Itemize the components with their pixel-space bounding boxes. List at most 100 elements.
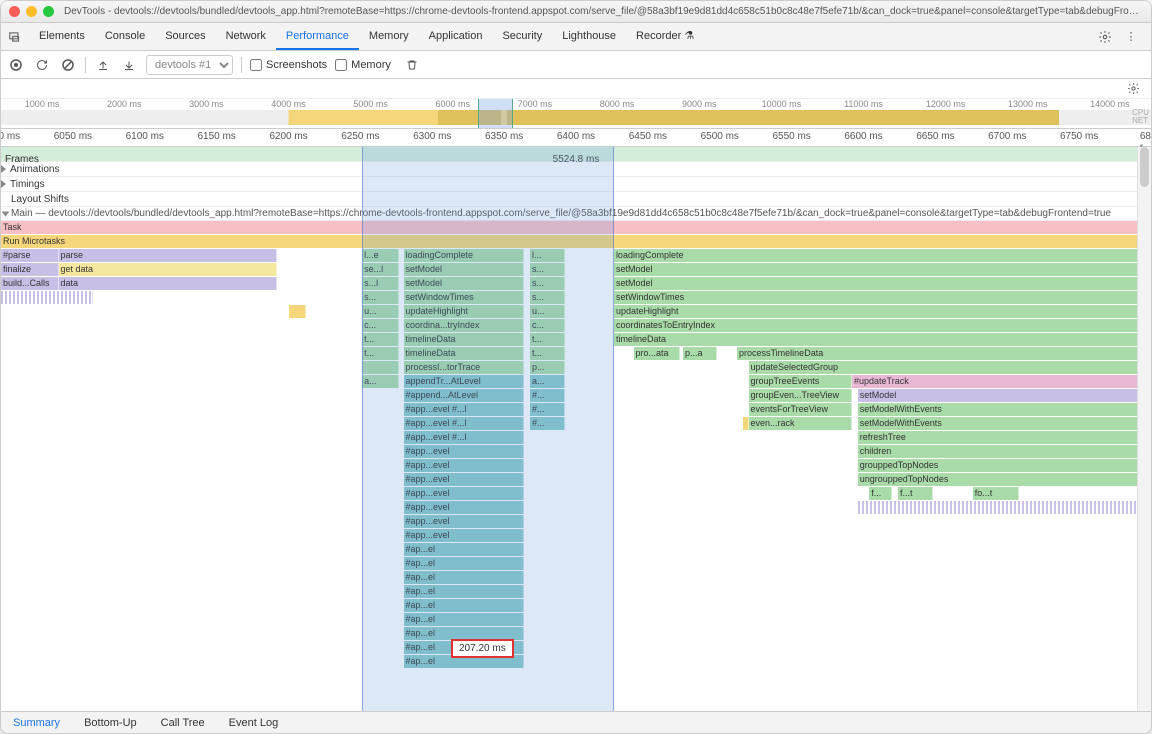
overview-selection[interactable] bbox=[478, 99, 513, 128]
flame-bar[interactable]: data bbox=[59, 277, 278, 290]
reload-record-button[interactable] bbox=[33, 56, 51, 74]
flame-bar[interactable]: #app...evel bbox=[404, 445, 525, 458]
flame-bar[interactable]: appendTr...AtLevel bbox=[404, 375, 525, 388]
flame-bar[interactable]: #app...evel #...l bbox=[404, 417, 525, 430]
settings-icon[interactable] bbox=[1095, 27, 1115, 47]
screenshots-checkbox[interactable]: Screenshots bbox=[250, 59, 327, 71]
close-button[interactable] bbox=[9, 6, 20, 17]
upload-button[interactable] bbox=[94, 56, 112, 74]
flame-bar[interactable]: pro...ata bbox=[634, 347, 680, 360]
flame-bar[interactable]: u... bbox=[362, 305, 399, 318]
flame-bar[interactable]: coordinatesToEntryIndex bbox=[614, 319, 1149, 332]
flame-bar[interactable]: #parse bbox=[1, 249, 59, 262]
tab-security[interactable]: Security bbox=[492, 23, 552, 50]
flame-bar[interactable]: #app...evel bbox=[404, 501, 525, 514]
clear-button[interactable] bbox=[59, 56, 77, 74]
flame-bar[interactable]: setWindowTimes bbox=[404, 291, 525, 304]
flame-bar[interactable]: u... bbox=[530, 305, 565, 318]
flame-bar[interactable]: parse bbox=[59, 249, 278, 262]
flame-bar[interactable]: fo...t bbox=[973, 487, 1019, 500]
flame-bar[interactable]: #ap...el bbox=[404, 571, 525, 584]
flame-bar[interactable]: c... bbox=[362, 319, 399, 332]
flame-bar[interactable]: groupEven...TreeView bbox=[749, 389, 853, 402]
tab-application[interactable]: Application bbox=[419, 23, 493, 50]
flame-bar[interactable]: timelineData bbox=[614, 333, 1149, 346]
flame-bar[interactable]: s...l bbox=[362, 277, 399, 290]
flame-bar[interactable]: processI...torTrace bbox=[404, 361, 525, 374]
flame-bar[interactable]: refreshTree bbox=[858, 431, 1146, 444]
flame-bar[interactable]: a... bbox=[530, 375, 565, 388]
flame-bar[interactable]: setModelWithEvents bbox=[858, 403, 1146, 416]
flame-bar[interactable]: #ap...el bbox=[404, 557, 525, 570]
flame-bar[interactable]: s... bbox=[530, 277, 565, 290]
flame-bar[interactable]: #app...evel bbox=[404, 529, 525, 542]
flame-bar[interactable]: eventsForTreeView bbox=[749, 403, 853, 416]
flame-bar[interactable]: #app...evel #...l bbox=[404, 403, 525, 416]
flame-bar[interactable]: #append...AtLevel bbox=[404, 389, 525, 402]
flame-bar[interactable]: f... bbox=[869, 487, 892, 500]
btab-eventlog[interactable]: Event Log bbox=[217, 712, 291, 733]
flame-bar[interactable]: #ap...el bbox=[404, 613, 525, 626]
tab-console[interactable]: Console bbox=[95, 23, 155, 50]
flame-bar[interactable]: #app...evel bbox=[404, 473, 525, 486]
tab-sources[interactable]: Sources bbox=[155, 23, 215, 50]
flame-bar[interactable]: t... bbox=[530, 333, 565, 346]
memory-checkbox[interactable]: Memory bbox=[335, 59, 391, 71]
flame-bar[interactable]: setModelWithEvents bbox=[858, 417, 1146, 430]
flame-bar[interactable]: groupTreeEvents bbox=[749, 375, 853, 388]
flame-bar[interactable]: #... bbox=[530, 389, 565, 402]
flame-bar[interactable] bbox=[1, 291, 93, 304]
flame-bar[interactable]: #... bbox=[530, 403, 565, 416]
flame-bar[interactable]: setModel bbox=[404, 277, 525, 290]
tab-memory[interactable]: Memory bbox=[359, 23, 419, 50]
flame-bar[interactable]: updateHighlight bbox=[614, 305, 1149, 318]
profile-select[interactable]: devtools #1 bbox=[146, 55, 233, 75]
flame-bar[interactable]: s... bbox=[530, 291, 565, 304]
flame-bar[interactable]: se...l bbox=[362, 263, 399, 276]
flame-bar[interactable]: l...e bbox=[362, 249, 399, 262]
flame-bar[interactable]: t... bbox=[362, 333, 399, 346]
flame-bar[interactable] bbox=[362, 361, 399, 374]
flame-bar[interactable]: a... bbox=[362, 375, 399, 388]
btab-summary[interactable]: Summary bbox=[1, 712, 72, 733]
flame-bar[interactable]: coordina...tryIndex bbox=[404, 319, 525, 332]
flame-bar[interactable]: grouppedTopNodes bbox=[858, 459, 1146, 472]
track-main-header[interactable]: Main — devtools://devtools/bundled/devto… bbox=[1, 207, 1151, 221]
flame-bar[interactable]: setModel bbox=[858, 389, 1146, 402]
flame-bar[interactable]: s... bbox=[530, 263, 565, 276]
flame-bar[interactable]: #... bbox=[530, 417, 565, 430]
maximize-button[interactable] bbox=[43, 6, 54, 17]
flame-bar[interactable]: #ap...el bbox=[404, 585, 525, 598]
flame-chart[interactable]: TaskRun Microtasks#parseparsel...eloadin… bbox=[1, 221, 1151, 669]
track-timings[interactable]: Timings bbox=[1, 177, 1151, 192]
flame-bar[interactable]: #app...evel bbox=[404, 459, 525, 472]
tab-performance[interactable]: Performance bbox=[276, 23, 359, 50]
tab-network[interactable]: Network bbox=[216, 23, 276, 50]
flame-bar[interactable]: loadingComplete bbox=[404, 249, 525, 262]
flame-bar[interactable]: s... bbox=[362, 291, 399, 304]
flame-bar[interactable] bbox=[289, 305, 306, 318]
vertical-scrollbar[interactable] bbox=[1137, 147, 1151, 711]
flame-bar[interactable]: setModel bbox=[614, 277, 1149, 290]
flame-bar[interactable]: setModel bbox=[404, 263, 525, 276]
flame-bar[interactable]: processTimelineData bbox=[737, 347, 1145, 360]
flame-bar[interactable]: build...Calls bbox=[1, 277, 59, 290]
btab-bottomup[interactable]: Bottom-Up bbox=[72, 712, 149, 733]
flame-bar[interactable]: #ap...el bbox=[404, 599, 525, 612]
flame-bar[interactable]: p...a bbox=[683, 347, 718, 360]
flame-bar[interactable]: even...rack bbox=[749, 417, 853, 430]
flame-bar[interactable]: updateSelectedGroup bbox=[749, 361, 1146, 374]
btab-calltree[interactable]: Call Tree bbox=[149, 712, 217, 733]
overview-timeline[interactable]: 1000 ms2000 ms3000 ms4000 ms5000 ms6000 … bbox=[1, 99, 1151, 129]
flame-bar[interactable]: get data bbox=[59, 263, 278, 276]
flame-bar[interactable]: #app...evel bbox=[404, 487, 525, 500]
flame-bar[interactable]: c... bbox=[530, 319, 565, 332]
more-icon[interactable]: ⋮ bbox=[1121, 27, 1141, 47]
track-layout-shifts[interactable]: Layout Shifts bbox=[1, 192, 1151, 207]
flame-bar[interactable]: #ap...el bbox=[404, 543, 525, 556]
minimize-button[interactable] bbox=[26, 6, 37, 17]
tab-elements[interactable]: Elements bbox=[29, 23, 95, 50]
flame-bar[interactable]: f...t bbox=[898, 487, 933, 500]
flame-bar[interactable]: finalize bbox=[1, 263, 59, 276]
flame-bar[interactable]: loadingComplete bbox=[614, 249, 1149, 262]
